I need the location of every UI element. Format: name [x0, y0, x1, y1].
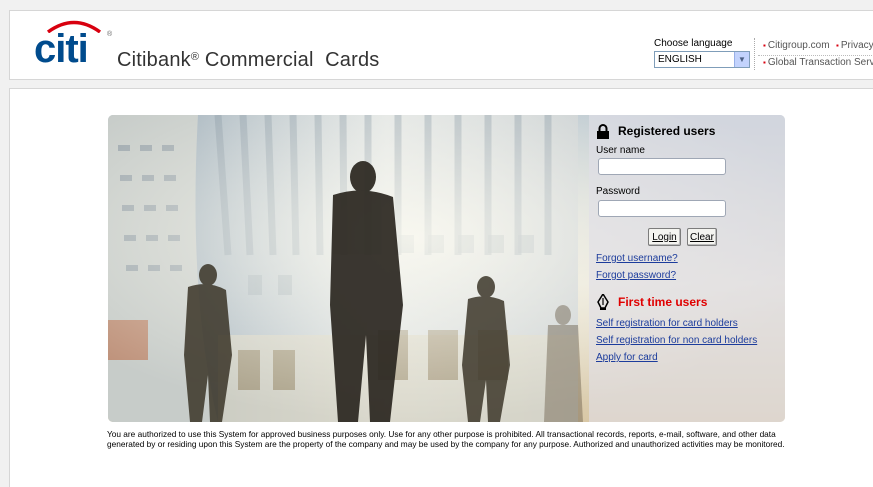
- password-input[interactable]: [598, 200, 726, 217]
- logo-text: citi: [34, 27, 89, 71]
- registered-users-heading: Registered users: [618, 124, 716, 138]
- language-value: ENGLISH: [658, 54, 702, 65]
- bullet-icon: ▪: [836, 41, 839, 50]
- forgot-password-link[interactable]: Forgot password?: [596, 270, 676, 281]
- chevron-down-icon[interactable]: ▼: [734, 52, 749, 67]
- clear-button[interactable]: Clear: [687, 228, 717, 246]
- title-reg: ®: [190, 51, 200, 63]
- username-label: User name: [596, 145, 645, 156]
- bullet-icon: ▪: [763, 58, 766, 67]
- self-registration-card-holders-link[interactable]: Self registration for card holders: [596, 318, 738, 329]
- hero-banner: Registered users User name Password Logi…: [108, 115, 785, 422]
- global-transaction-services-link[interactable]: ▪Global Transaction Services: [763, 57, 873, 68]
- citigroup-link[interactable]: ▪ Citigroup.com: [763, 40, 830, 51]
- logo-registered-mark: ®: [107, 31, 112, 38]
- lock-icon: [597, 124, 609, 139]
- main-content: Registered users User name Password Logi…: [9, 88, 873, 487]
- forgot-username-link[interactable]: Forgot username?: [596, 253, 678, 264]
- legal-disclaimer: You are authorized to use this System fo…: [107, 429, 785, 449]
- self-registration-non-card-holders-link[interactable]: Self registration for non card holders: [596, 335, 757, 346]
- title-rest: Commercial Cards: [199, 49, 380, 71]
- password-label: Password: [596, 186, 640, 197]
- site-header: citi ® Citibank® Commercial Cards Choose…: [9, 10, 873, 80]
- title-brand: Citibank: [117, 49, 191, 71]
- citi-logo-arc: [46, 20, 102, 33]
- page-title: Citibank® Commercial Cards: [117, 49, 379, 72]
- username-input[interactable]: [598, 158, 726, 175]
- apply-for-card-link[interactable]: Apply for card: [596, 352, 658, 363]
- header-link-divider: [758, 55, 873, 56]
- first-time-users-heading: First time users: [618, 295, 708, 309]
- language-select[interactable]: ENGLISH ▼: [654, 51, 750, 68]
- header-divider: [754, 38, 755, 70]
- pen-icon: [597, 294, 609, 310]
- privacy-link[interactable]: ▪ Privacy: [836, 40, 873, 51]
- citi-logo[interactable]: citi ®: [34, 20, 112, 71]
- language-label: Choose language: [654, 38, 733, 49]
- login-panel: Registered users User name Password Logi…: [589, 115, 785, 422]
- login-button[interactable]: Login: [648, 228, 681, 246]
- bullet-icon: ▪: [763, 41, 766, 50]
